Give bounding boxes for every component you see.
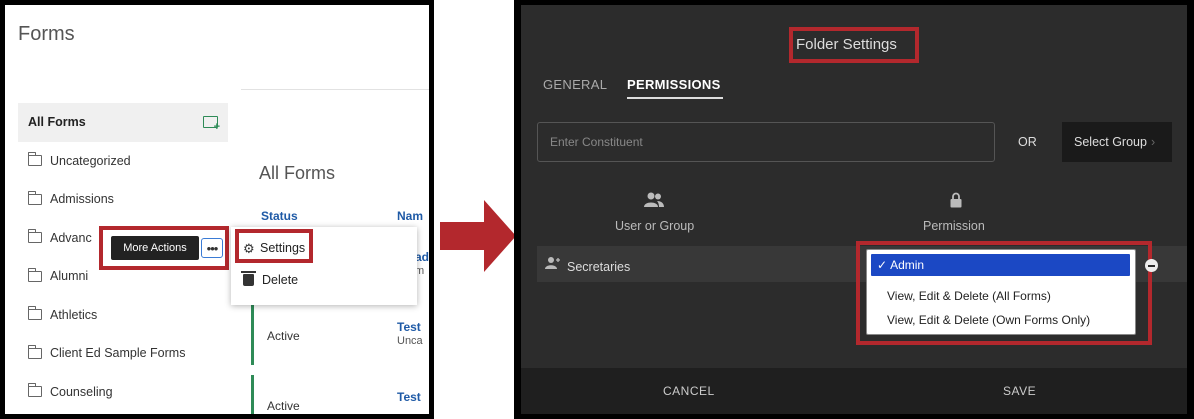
highlight-box-more-actions <box>99 226 229 270</box>
table-cell-name[interactable]: Test <box>397 320 421 334</box>
column-header-permission: Permission <box>923 219 985 233</box>
menu-item-label: Delete <box>262 273 299 287</box>
sidebar-item-all-forms[interactable]: All Forms <box>18 103 228 142</box>
page-title: Forms <box>18 23 75 45</box>
highlight-box-settings <box>235 229 313 263</box>
folder-icon <box>28 344 42 359</box>
folder-icon <box>28 383 42 398</box>
sidebar-item-label: Athletics <box>50 307 98 322</box>
folder-icon <box>28 190 42 205</box>
folder-settings-dialog: Folder Settings GENERAL PERMISSIONS OR S… <box>514 0 1194 419</box>
highlight-box-title <box>789 27 919 63</box>
select-group-label: Select Group <box>1074 135 1147 149</box>
table-cell-name[interactable]: Test <box>397 390 421 404</box>
sidebar-item-label: Advanc <box>50 230 92 245</box>
column-header-status[interactable]: Status <box>261 209 298 223</box>
table-cell-status: Active <box>267 399 300 413</box>
tab-permissions[interactable]: PERMISSIONS <box>627 77 721 92</box>
table-cell-name[interactable]: ad <box>415 250 429 264</box>
active-tab-indicator <box>627 97 723 99</box>
sidebar-item-athletics[interactable]: Athletics <box>18 296 228 335</box>
sidebar-item-label: All Forms <box>28 115 86 130</box>
column-header-name[interactable]: Nam <box>397 209 423 223</box>
table-cell-sub: Unca <box>397 335 423 347</box>
chevron-right-icon: › <box>1150 135 1156 149</box>
cancel-button[interactable]: CANCEL <box>663 384 715 398</box>
forms-panel: Forms All Forms Uncategorized Admissions <box>0 0 434 419</box>
sidebar-item-label: Uncategorized <box>50 153 131 168</box>
or-label: OR <box>1018 135 1037 149</box>
sidebar-item-admissions[interactable]: Admissions <box>18 180 228 219</box>
dialog-footer <box>521 368 1187 414</box>
trash-icon <box>241 271 256 286</box>
folder-settings-content: Folder Settings GENERAL PERMISSIONS OR S… <box>521 5 1187 414</box>
menu-item-delete[interactable]: Delete <box>241 271 299 287</box>
folder-icon <box>28 267 42 282</box>
sidebar-item-uncategorized[interactable]: Uncategorized <box>18 142 228 181</box>
remove-minus-icon[interactable] <box>1145 259 1158 272</box>
forms-panel-content: Forms All Forms Uncategorized Admissions <box>5 5 429 414</box>
users-icon <box>644 192 664 207</box>
folder-icon <box>28 306 42 321</box>
folder-icon <box>28 229 42 244</box>
sidebar-item-client-ed-sample-forms[interactable]: Client Ed Sample Forms <box>18 334 228 373</box>
sidebar-item-label: Alumni <box>50 269 89 284</box>
permission-row-name: Secretaries <box>567 260 631 274</box>
sidebar-item-label: Counseling <box>50 384 113 399</box>
constituent-search-input[interactable] <box>537 122 995 162</box>
screenshot-composite: Forms All Forms Uncategorized Admissions <box>0 0 1194 419</box>
header-divider <box>241 89 429 90</box>
row-status-bar <box>251 375 254 414</box>
sidebar-item-label: Client Ed Sample Forms <box>50 346 186 361</box>
user-group-icon <box>545 257 560 269</box>
row-status-bar <box>251 305 254 365</box>
folder-icon <box>28 152 42 167</box>
new-folder-icon[interactable] <box>203 116 220 133</box>
column-header-user-or-group: User or Group <box>615 219 695 233</box>
sidebar-item-label: Admissions <box>50 192 114 207</box>
table-cell-status: Active <box>267 329 300 343</box>
main-title: All Forms <box>259 163 335 183</box>
select-group-button[interactable]: Select Group › <box>1062 122 1172 162</box>
highlight-box-dropdown <box>856 241 1152 345</box>
lock-icon <box>950 192 962 208</box>
save-button[interactable]: SAVE <box>1003 384 1036 398</box>
sidebar-item-counseling[interactable]: Counseling <box>18 373 228 412</box>
tab-general[interactable]: GENERAL <box>543 77 607 92</box>
arrow-right-icon <box>440 200 516 272</box>
